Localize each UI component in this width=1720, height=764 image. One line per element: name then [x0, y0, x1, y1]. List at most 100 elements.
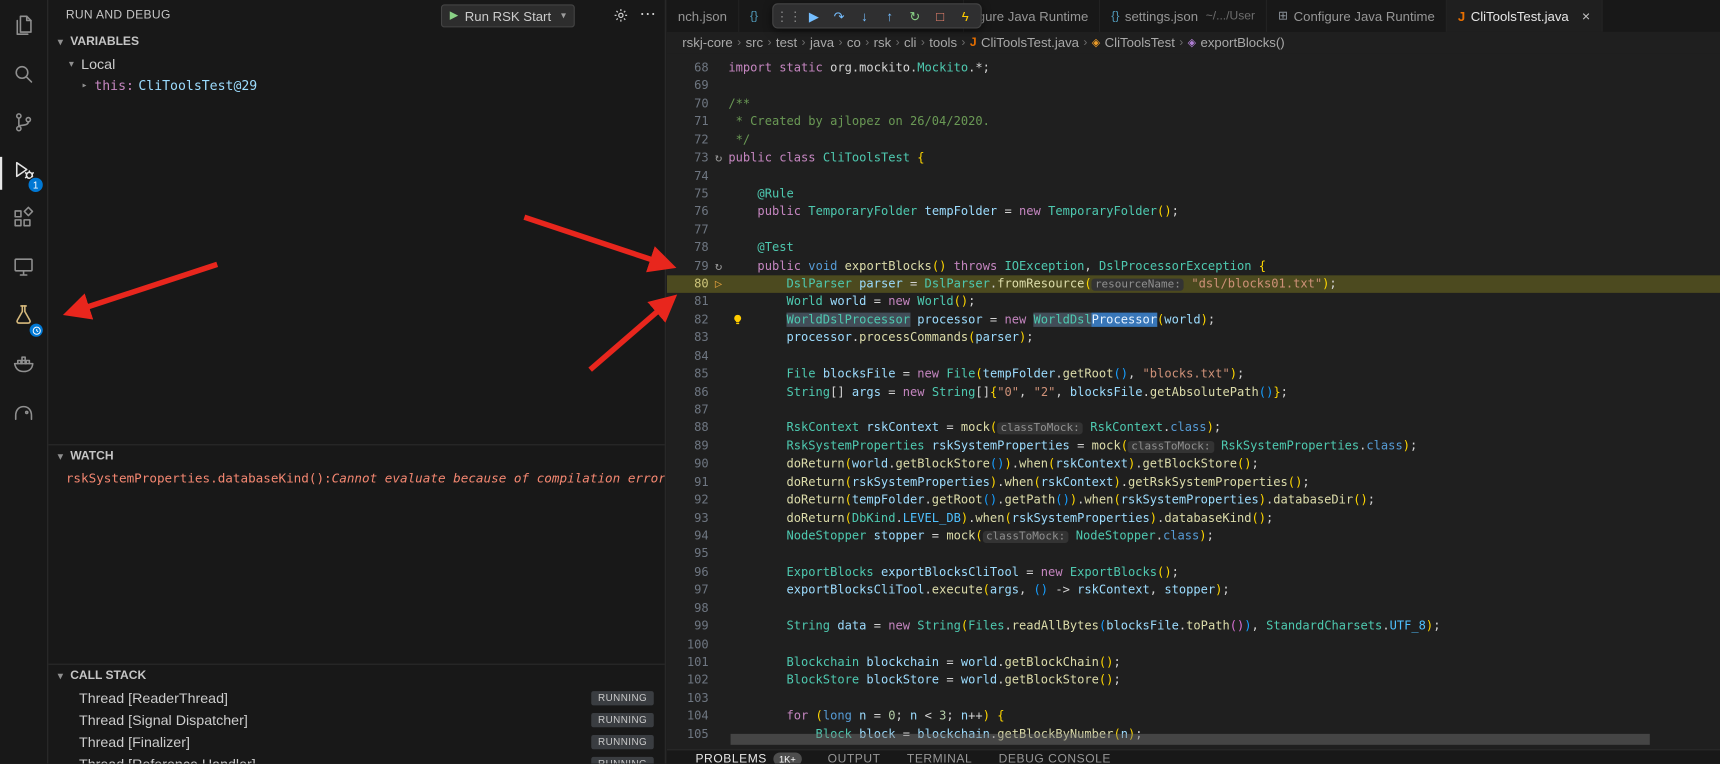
code-line[interactable]: 88 RskContext rskContext = mock(classToM…	[667, 420, 1720, 438]
code-line[interactable]: 103	[667, 690, 1720, 708]
code-line[interactable]: 81 World world = new World();	[667, 293, 1720, 311]
code-line[interactable]: 78 @Test	[667, 239, 1720, 257]
panel-tab-terminal[interactable]: TERMINAL	[907, 753, 972, 764]
code-line[interactable]: 72 */	[667, 131, 1720, 149]
panel-tab-output[interactable]: OUTPUT	[828, 753, 881, 764]
activity-item-search[interactable]	[0, 53, 47, 101]
code-line[interactable]: 93 doReturn(DbKind.LEVEL_DB).when(rskSys…	[667, 510, 1720, 528]
code-line[interactable]: 91 doReturn(rskSystemProperties).when(rs…	[667, 474, 1720, 492]
code-line[interactable]: 83 processor.processCommands(parser);	[667, 329, 1720, 347]
code-line[interactable]: 104 for (long n = 0; n < 3; n++) {	[667, 708, 1720, 726]
continue-icon[interactable]: ▶	[803, 5, 825, 27]
watch-section-header[interactable]: ▾ WATCH	[48, 445, 664, 467]
code-line[interactable]: 96 ExportBlocks exportBlocksCliTool = ne…	[667, 564, 1720, 582]
tab-configure-java-runtime[interactable]: ⊞Configure Java Runtime	[1267, 0, 1447, 32]
watch-expression-row[interactable]: rskSystemProperties.databaseKind(): Cann…	[48, 467, 664, 489]
code-line[interactable]: 68import static org.mockito.Mockito.*;	[667, 59, 1720, 77]
restart-icon[interactable]: ↻	[904, 5, 926, 27]
code-line[interactable]: 90 doReturn(world.getBlockStore()).when(…	[667, 456, 1720, 474]
call-stack-thread[interactable]: Thread [Signal Dispatcher]RUNNING	[48, 709, 664, 731]
variables-section-header[interactable]: ▾ VARIABLES	[48, 31, 664, 53]
code-token: ()	[1288, 475, 1303, 489]
activity-item-extensions[interactable]	[0, 197, 47, 245]
code-line[interactable]: 77	[667, 221, 1720, 239]
breadcrumb-item[interactable]: cli	[904, 35, 916, 50]
close-icon[interactable]: ×	[1582, 8, 1590, 24]
code-line[interactable]: 98	[667, 600, 1720, 618]
activity-item-gradle[interactable]	[0, 391, 47, 439]
code-line[interactable]: 71 * Created by ajlopez on 26/04/2020.	[667, 113, 1720, 131]
breadcrumb-item[interactable]: tools	[929, 35, 957, 50]
code-line[interactable]: 80▷ DslParser parser = DslParser.fromRes…	[667, 275, 1720, 293]
tab-clitoolstest.java[interactable]: JCliToolsTest.java×	[1447, 0, 1602, 32]
breadcrumb-item[interactable]: JCliToolsTest.java	[970, 35, 1079, 50]
panel-tab-debug-console[interactable]: DEBUG CONSOLE	[999, 753, 1111, 764]
code-line[interactable]: 86 String[] args = new String[]{"0", "2"…	[667, 383, 1720, 401]
code-token: ;	[1208, 313, 1215, 327]
drag-handle-icon[interactable]: ⋮⋮	[778, 5, 800, 27]
current-statement-icon[interactable]: ▷	[709, 275, 729, 293]
code-line[interactable]: 73↻public class CliToolsTest {	[667, 149, 1720, 167]
step-into-icon[interactable]: ↓	[853, 5, 875, 27]
code-line[interactable]: 85 File blocksFile = new File(tempFolder…	[667, 365, 1720, 383]
call-stack-thread[interactable]: Thread [ReaderThread]RUNNING	[48, 687, 664, 709]
activity-item-source-control[interactable]	[0, 101, 47, 149]
step-out-icon[interactable]: ↑	[879, 5, 901, 27]
horizontal-scrollbar[interactable]	[731, 734, 1650, 745]
breadcrumb-item[interactable]: co	[847, 35, 861, 50]
code-token: ()	[1353, 493, 1368, 507]
variable-this-row[interactable]: ▸ this: CliToolsTest@29	[48, 75, 664, 97]
variables-scope-local[interactable]: ▾ Local	[48, 53, 664, 75]
test-running-icon[interactable]: ↻	[709, 257, 729, 275]
code-token	[823, 295, 830, 309]
activity-item-explorer[interactable]	[0, 4, 47, 52]
code-line[interactable]: 94 NodeStopper stopper = mock(classToMoc…	[667, 528, 1720, 546]
hot-code-replace-icon[interactable]: ϟ	[954, 5, 976, 27]
code-line[interactable]: 87	[667, 401, 1720, 419]
more-actions-icon[interactable]: ⋯	[640, 4, 656, 24]
activity-item-remote-explorer[interactable]	[0, 246, 47, 294]
stop-icon[interactable]: □	[929, 5, 951, 27]
breadcrumb-item[interactable]: test	[776, 35, 797, 50]
step-over-icon[interactable]: ↷	[828, 5, 850, 27]
breadcrumb-item[interactable]: ◈exportBlocks()	[1188, 35, 1285, 50]
run-config-dropdown[interactable]: ▶ Run RSK Start ▾	[441, 4, 575, 27]
code-line[interactable]: 97 exportBlocksCliTool.execute(args, () …	[667, 582, 1720, 600]
code-line[interactable]: 99 String data = new String(Files.readAl…	[667, 618, 1720, 636]
code-line[interactable]: 82 WorldDslProcessor processor = new Wor…	[667, 311, 1720, 329]
breadcrumb-item[interactable]: rsk	[874, 35, 892, 50]
test-running-icon[interactable]: ↻	[709, 149, 729, 167]
activity-item-run-and-debug[interactable]: 1	[0, 149, 47, 197]
tab-settings.json[interactable]: {}settings.json~/.../User	[1100, 0, 1267, 32]
breadcrumb-item[interactable]: ◈CliToolsTest	[1092, 35, 1175, 50]
code-line[interactable]: 102 BlockStore blockStore = world.getBlo…	[667, 672, 1720, 690]
code-token: exportBlocksCliTool	[881, 565, 1019, 579]
code-line[interactable]: 84	[667, 347, 1720, 365]
code-line[interactable]: 70/**	[667, 95, 1720, 113]
gutter-marker	[709, 708, 729, 726]
call-stack-thread[interactable]: Thread [Reference Handler]RUNNING	[48, 753, 664, 764]
breadcrumb-separator-icon: ›	[961, 36, 965, 49]
code-line[interactable]: 79↻ public void exportBlocks() throws IO…	[667, 257, 1720, 275]
call-stack-section-header[interactable]: ▾ CALL STACK	[48, 665, 664, 687]
code-line[interactable]: 76 public TemporaryFolder tempFolder = n…	[667, 203, 1720, 221]
tab-igure-java-runtime[interactable]: igure Java Runtime	[964, 0, 1100, 32]
code-line[interactable]: 75 @Rule	[667, 185, 1720, 203]
panel-tab-problems[interactable]: PROBLEMS1K+	[695, 753, 801, 764]
code-line[interactable]: 101 Blockchain blockchain = world.getBlo…	[667, 654, 1720, 672]
breadcrumb-separator-icon: ›	[838, 36, 842, 49]
code-line[interactable]: 69	[667, 77, 1720, 95]
code-line[interactable]: 74	[667, 167, 1720, 185]
breadcrumb-item[interactable]: src	[746, 35, 764, 50]
call-stack-thread[interactable]: Thread [Finalizer]RUNNING	[48, 731, 664, 753]
code-line[interactable]: 92 doReturn(tempFolder.getRoot().getPath…	[667, 492, 1720, 510]
code-line[interactable]: 89 RskSystemProperties rskSystemProperti…	[667, 438, 1720, 456]
tab-nch.json[interactable]: nch.json	[667, 0, 739, 32]
code-line[interactable]: 100	[667, 636, 1720, 654]
breadcrumb-item[interactable]: rskj-core	[682, 35, 732, 50]
activity-item-testing[interactable]	[0, 294, 47, 342]
debug-settings-gear-icon[interactable]	[613, 8, 628, 27]
breadcrumb-item[interactable]: java	[810, 35, 834, 50]
activity-item-docker[interactable]	[0, 342, 47, 390]
code-line[interactable]: 95	[667, 546, 1720, 564]
